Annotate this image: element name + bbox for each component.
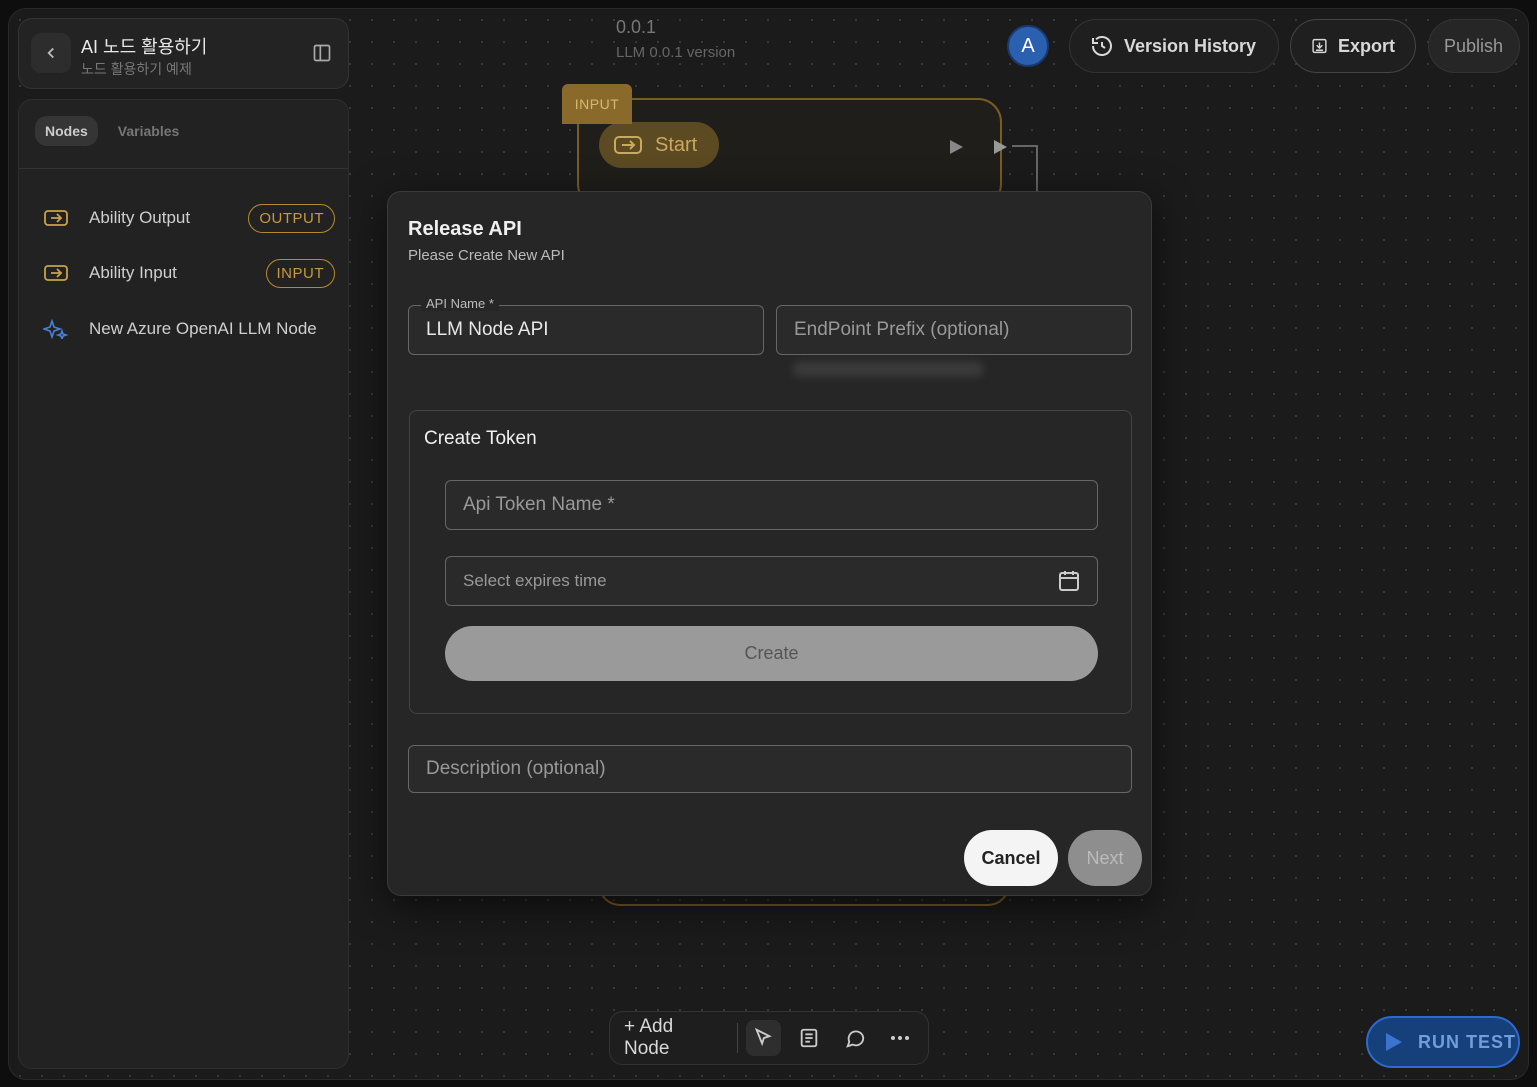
output-port-icon[interactable] (991, 138, 1009, 156)
calendar-icon[interactable] (1057, 569, 1081, 593)
tab-variables[interactable]: Variables (108, 116, 190, 146)
create-token-button[interactable]: Create (445, 626, 1098, 681)
publish-label: Publish (1444, 35, 1504, 56)
input-tag: INPUT (562, 84, 632, 124)
export-icon (1312, 38, 1327, 54)
sidebar-item-ability-input[interactable]: Ability Input INPUT (43, 255, 335, 291)
api-name-label: API Name * (421, 296, 499, 311)
expires-time-placeholder: Select expires time (463, 571, 607, 590)
blurred-endpoint-hint (793, 361, 983, 377)
next-button[interactable]: Next (1068, 830, 1142, 886)
sidebar-item-azure-llm[interactable]: New Azure OpenAI LLM Node (43, 311, 335, 347)
comment-icon (845, 1030, 864, 1048)
tab-nodes[interactable]: Nodes (35, 116, 98, 146)
sidebar-item-label: Ability Output (89, 208, 191, 227)
project-header: AI 노드 활용하기 노드 활용하기 예제 (18, 18, 349, 89)
project-subtitle: 노드 활용하기 예제 (81, 61, 192, 77)
version-history-label: Version History (1124, 35, 1257, 56)
description-field[interactable]: Description (optional) (408, 745, 1132, 793)
note-tool[interactable] (791, 1020, 827, 1056)
api-token-name-placeholder: Api Token Name * (463, 494, 615, 515)
input-arrow-icon (44, 265, 68, 281)
input-arrow-icon (614, 136, 642, 154)
back-button[interactable] (31, 33, 71, 73)
sidebar-tabs: Nodes Variables (35, 116, 189, 146)
toolbar-divider (736, 1023, 738, 1053)
output-badge: OUTPUT (248, 203, 335, 233)
more-options[interactable] (882, 1020, 918, 1056)
add-node-button[interactable]: + Add Node (624, 1016, 723, 1060)
canvas-toolbar: + Add Node (609, 1011, 929, 1065)
dialog-subtitle: Please Create New API (408, 247, 565, 264)
pointer-tool[interactable] (745, 1020, 782, 1056)
start-pill: Start (599, 122, 719, 168)
sidebar-item-label: Ability Input (89, 263, 177, 282)
start-label: Start (655, 133, 698, 156)
create-token-section: Create Token Api Token Name * Select exp… (409, 410, 1132, 714)
comment-tool[interactable] (837, 1020, 873, 1056)
sidebar-toggle-icon[interactable] (312, 43, 332, 63)
project-title: AI 노드 활용하기 (81, 37, 208, 57)
api-token-name-field[interactable]: Api Token Name * (445, 480, 1098, 530)
edge-connector (1012, 145, 1038, 195)
avatar[interactable]: A (1007, 25, 1049, 67)
sidebar-item-ability-output[interactable]: Ability Output OUTPUT (43, 200, 335, 236)
export-button[interactable]: Export (1290, 19, 1416, 73)
more-icon (891, 1036, 910, 1040)
endpoint-prefix-placeholder: EndPoint Prefix (optional) (794, 319, 1010, 340)
version-history-button[interactable]: Version History (1069, 19, 1279, 73)
chevron-left-icon (47, 47, 54, 59)
description-placeholder: Description (optional) (426, 758, 606, 779)
endpoint-prefix-field[interactable]: EndPoint Prefix (optional) (776, 305, 1132, 355)
sparkle-icon (43, 319, 69, 339)
run-test-label: RUN TEST (1418, 1031, 1516, 1052)
release-api-dialog: Release API Please Create New API API Na… (387, 191, 1152, 896)
cursor-icon (755, 1027, 773, 1047)
create-token-title: Create Token (424, 428, 537, 449)
version-number: 0.0.1 (616, 17, 657, 37)
history-icon (1092, 36, 1112, 56)
export-label: Export (1337, 35, 1395, 56)
dialog-title: Release API (408, 218, 522, 240)
input-arrow-icon (44, 210, 68, 226)
publish-button[interactable]: Publish (1428, 19, 1520, 73)
run-test-button[interactable]: RUN TEST (1366, 1016, 1520, 1068)
input-badge: INPUT (265, 258, 335, 288)
expires-time-field[interactable]: Select expires time (445, 556, 1098, 606)
api-name-field[interactable]: API Name * LLM Node API (408, 296, 764, 355)
play-icon (1386, 1033, 1402, 1051)
version-description: LLM 0.0.1 version (616, 44, 736, 61)
play-icon[interactable] (947, 138, 965, 156)
node-sidebar: Nodes Variables Ability Output OUTPUT Ab… (18, 99, 349, 1069)
api-name-value: LLM Node API (426, 319, 549, 340)
divider (19, 168, 348, 169)
cancel-button[interactable]: Cancel (964, 830, 1058, 886)
document-icon (800, 1028, 818, 1048)
sidebar-item-label: New Azure OpenAI LLM Node (89, 319, 317, 338)
